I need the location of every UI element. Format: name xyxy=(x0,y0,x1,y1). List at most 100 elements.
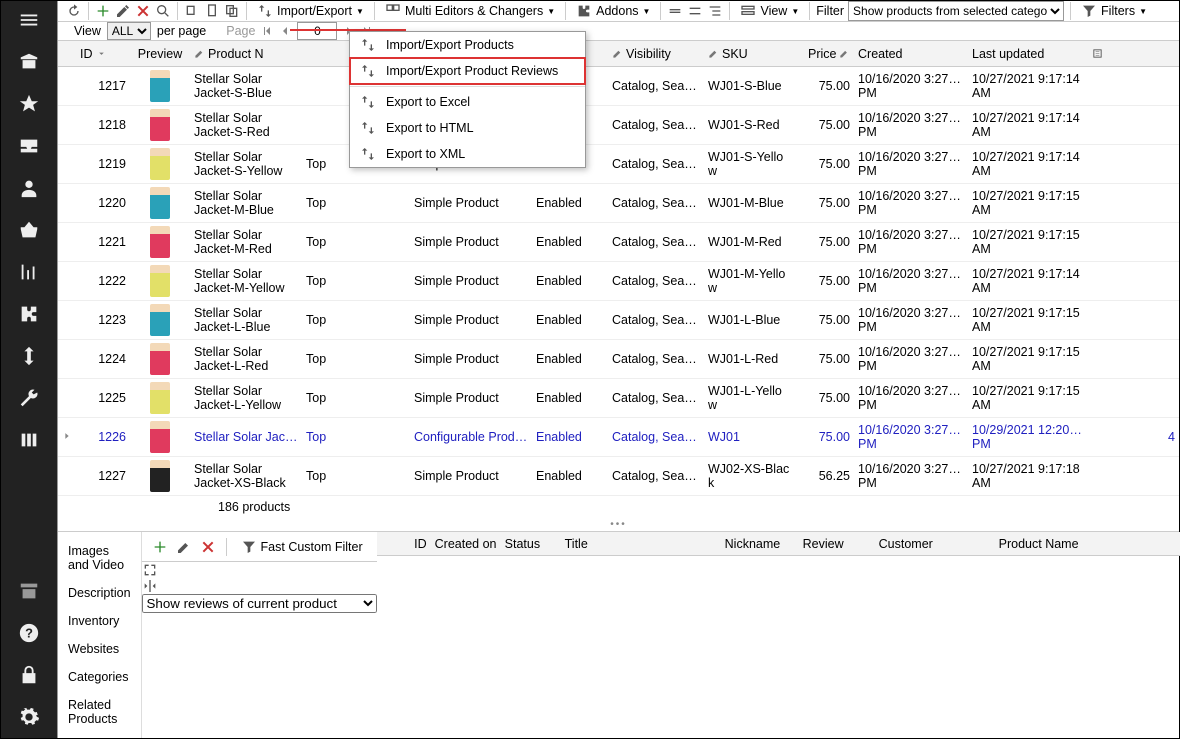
refresh-icon[interactable] xyxy=(66,3,82,19)
rcol-status[interactable]: Status xyxy=(501,537,561,551)
table-row[interactable]: 1219Stellar SolarJacket-S-YellowTopSimpl… xyxy=(58,145,1179,184)
pencil-icon xyxy=(194,48,205,59)
view-label: View xyxy=(74,24,101,38)
menu-item[interactable]: Import/Export Product Reviews xyxy=(349,57,586,85)
import-export-icon xyxy=(360,94,376,110)
search-icon[interactable] xyxy=(155,3,171,19)
import-export-icon xyxy=(360,63,376,79)
fit-icon[interactable] xyxy=(142,562,158,578)
chart-icon[interactable] xyxy=(18,261,40,283)
per-page-select[interactable]: ALL xyxy=(107,22,151,40)
detail-tab[interactable]: Inventory xyxy=(68,614,131,628)
sync-icon[interactable] xyxy=(18,345,40,367)
table-row[interactable]: 1225Stellar SolarJacket-L-YellowTopSimpl… xyxy=(58,379,1179,418)
grid-header: ID Preview Product N Status Visibility S… xyxy=(58,41,1179,67)
reviews-header: ID Created on Status Title Nickname Revi… xyxy=(377,532,1180,556)
pencil-icon xyxy=(708,48,719,59)
page-input[interactable] xyxy=(297,22,337,40)
archive-icon[interactable] xyxy=(18,580,40,602)
addons-button[interactable]: Addons▼ xyxy=(572,1,654,21)
rcol-nick[interactable]: Nickname xyxy=(721,537,799,551)
import-export-button[interactable]: Import/Export▼ xyxy=(253,1,368,21)
delete-icon[interactable] xyxy=(200,539,216,555)
col-preview[interactable]: Preview xyxy=(138,47,182,61)
box-icon[interactable] xyxy=(18,51,40,73)
settings-column-icon[interactable] xyxy=(1092,48,1103,59)
rcol-product[interactable]: Product Name xyxy=(995,537,1180,551)
table-row[interactable]: 1227Stellar SolarJacket-XS-BlackTopSimpl… xyxy=(58,457,1179,496)
table-row[interactable]: 1220Stellar SolarJacket-M-BlueTopSimple … xyxy=(58,184,1179,223)
detail-tab[interactable]: Images and Video xyxy=(68,544,131,572)
rcol-created[interactable]: Created on xyxy=(431,537,501,551)
add-icon[interactable] xyxy=(152,539,168,555)
wrench-icon[interactable] xyxy=(18,387,40,409)
col-price[interactable]: Price xyxy=(808,47,836,61)
detail-tab[interactable]: Websites xyxy=(68,642,131,656)
detail-tab[interactable]: Description xyxy=(68,586,131,600)
col-id[interactable]: ID xyxy=(80,47,93,61)
rcol-customer[interactable]: Customer xyxy=(875,537,995,551)
rcol-review[interactable]: Review xyxy=(799,537,875,551)
funnel-icon xyxy=(241,539,257,555)
puzzle-icon[interactable] xyxy=(18,303,40,325)
per-page-label: per page xyxy=(157,24,206,38)
help-icon[interactable]: ? xyxy=(18,622,40,644)
paste-icon[interactable] xyxy=(204,3,220,19)
prev-page-icon[interactable] xyxy=(279,25,291,37)
pencil-icon xyxy=(839,48,850,59)
multi-editors-button[interactable]: Multi Editors & Changers▼ xyxy=(381,1,559,21)
copy-icon[interactable] xyxy=(184,3,200,19)
expand-row-icon[interactable] xyxy=(62,431,72,441)
table-row[interactable]: 1217Stellar SolarJacket-S-BlueEnabledCat… xyxy=(58,67,1179,106)
split-icon[interactable] xyxy=(142,578,158,594)
splitter-handle[interactable]: ••• xyxy=(58,518,1179,531)
table-row[interactable]: 1226Stellar Solar JacketTopConfigurable … xyxy=(58,418,1179,457)
reviews-filter-select[interactable]: Show reviews of current product xyxy=(142,594,377,613)
add-icon[interactable] xyxy=(95,3,111,19)
hamburger-icon[interactable] xyxy=(18,9,40,31)
col-sku[interactable]: SKU xyxy=(722,47,748,61)
tree-icon[interactable] xyxy=(707,3,723,19)
detail-panel: Images and Video Description Inventory Webs… xyxy=(58,531,1179,738)
fast-filter-button[interactable]: Fast Custom Filter xyxy=(237,537,367,557)
user-icon[interactable] xyxy=(18,177,40,199)
reviews-toolbar: Fast Custom Filter xyxy=(142,532,377,562)
menu-item[interactable]: Export to HTML xyxy=(350,115,585,141)
lock-icon[interactable] xyxy=(18,664,40,686)
import-export-menu: Import/Export ProductsImport/Export Prod… xyxy=(349,31,586,168)
collapse-icon[interactable] xyxy=(687,3,703,19)
clone-icon[interactable] xyxy=(224,3,240,19)
product-grid: ID Preview Product N Status Visibility S… xyxy=(58,41,1179,531)
table-row[interactable]: 1224Stellar SolarJacket-L-RedTopSimple P… xyxy=(58,340,1179,379)
col-updated[interactable]: Last updated xyxy=(972,47,1044,61)
view-button[interactable]: View▼ xyxy=(736,1,803,21)
star-icon[interactable] xyxy=(18,93,40,115)
table-row[interactable]: 1218Stellar SolarJacket-S-RedEnabledCata… xyxy=(58,106,1179,145)
table-row[interactable]: 1222Stellar SolarJacket-M-YellowTopSimpl… xyxy=(58,262,1179,301)
pencil-icon xyxy=(612,48,623,59)
delete-icon[interactable] xyxy=(135,3,151,19)
table-row[interactable]: 1223Stellar SolarJacket-L-BlueTopSimple … xyxy=(58,301,1179,340)
menu-item[interactable]: Export to XML xyxy=(350,141,585,167)
table-row[interactable]: 1221Stellar SolarJacket-M-RedTopSimple P… xyxy=(58,223,1179,262)
edit-icon[interactable] xyxy=(115,3,131,19)
rcol-title[interactable]: Title xyxy=(561,537,721,551)
detail-tab[interactable]: Categories xyxy=(68,670,131,684)
col-created[interactable]: Created xyxy=(858,47,902,61)
col-visibility[interactable]: Visibility xyxy=(626,47,671,61)
edit-icon[interactable] xyxy=(176,539,192,555)
gear-icon[interactable] xyxy=(18,706,40,728)
detail-tab[interactable]: Related Products xyxy=(68,698,131,726)
menu-item[interactable]: Export to Excel xyxy=(350,89,585,115)
filters-button[interactable]: Filters▼ xyxy=(1077,1,1151,21)
columns-icon[interactable] xyxy=(18,429,40,451)
sort-down-icon xyxy=(96,48,107,59)
inbox-icon[interactable] xyxy=(18,135,40,157)
col-name[interactable]: Product N xyxy=(208,47,264,61)
filter-select[interactable]: Show products from selected categories xyxy=(848,1,1064,21)
rcol-id[interactable]: ID xyxy=(395,537,431,551)
basket-icon[interactable] xyxy=(18,219,40,241)
expand-icon[interactable] xyxy=(667,3,683,19)
first-page-icon[interactable] xyxy=(261,25,273,37)
menu-item[interactable]: Import/Export Products xyxy=(350,32,585,58)
